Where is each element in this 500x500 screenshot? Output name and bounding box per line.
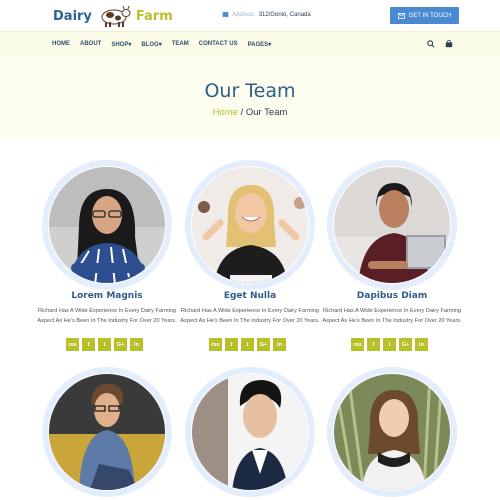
top-bar: Dairy Farm Address: 312/Gonio, Canada GE… <box>0 0 500 30</box>
main-nav: HOME ABOUT SHOP▾ BLOG▾ TEAM CONTACT US P… <box>0 31 500 58</box>
logo[interactable]: Dairy Farm <box>53 3 173 29</box>
nav-item-pages[interactable]: PAGES▾ <box>248 41 272 48</box>
social-links: rss f t G+ in <box>66 338 143 351</box>
cart-icon[interactable] <box>445 40 453 48</box>
address-label: Address: <box>232 11 256 18</box>
team-photo <box>48 166 166 284</box>
nav-item-about[interactable]: ABOUT <box>80 41 101 48</box>
rss-icon[interactable]: rss <box>351 338 364 351</box>
team-photo-frame <box>327 160 457 290</box>
nav-item-home[interactable]: HOME <box>52 41 70 48</box>
chevron-down-icon: ▾ <box>268 42 272 48</box>
breadcrumb-current: Our Team <box>245 107 288 118</box>
team-photo <box>48 373 166 491</box>
page-title: Our Team <box>204 80 296 102</box>
logo-word-1: Dairy <box>53 8 92 24</box>
search-icon[interactable] <box>427 40 435 48</box>
twitter-icon[interactable]: t <box>241 338 254 351</box>
nav-item-contact[interactable]: CONTACT US <box>199 41 238 48</box>
breadcrumb-separator: / <box>237 107 246 118</box>
get-in-touch-button[interactable]: GET IN TOUCH <box>390 7 459 24</box>
nav-item-blog[interactable]: BLOG▾ <box>141 41 161 48</box>
team-photo <box>333 373 451 491</box>
google-plus-icon[interactable]: G+ <box>257 338 270 351</box>
team-photo-frame <box>42 160 172 290</box>
facebook-icon[interactable]: f <box>82 338 95 351</box>
team-member-bio: Richard Has A Wide Experience In Every D… <box>322 308 462 324</box>
envelope-icon <box>397 12 405 19</box>
chevron-down-icon: ▾ <box>158 42 162 48</box>
social-links: rss f t G+ in <box>351 338 428 351</box>
nav-item-shop[interactable]: SHOP▾ <box>111 41 131 48</box>
google-plus-icon[interactable]: G+ <box>114 338 127 351</box>
team-photo-frame <box>185 160 315 290</box>
nav-item-shop-label: SHOP <box>111 42 129 48</box>
google-plus-icon[interactable]: G+ <box>399 338 412 351</box>
team-photo-frame <box>42 367 172 497</box>
page-hero: Our Team Home / Our Team <box>0 58 500 140</box>
linkedin-icon[interactable]: in <box>273 338 286 351</box>
map-pin-icon <box>222 11 229 18</box>
cow-logo-icon <box>101 5 131 27</box>
team-photo-frame <box>185 367 315 497</box>
team-photo-frame <box>327 367 457 497</box>
team-member-name: Lorem Magnis <box>71 291 143 301</box>
team-member-bio: Richard Has A Wide Experience In Every D… <box>37 308 177 324</box>
team-member-bio: Richard Has A Wide Experience In Every D… <box>180 308 320 324</box>
breadcrumb: Home / Our Team <box>0 107 500 118</box>
header-address: Address: 312/Gonio, Canada <box>222 11 311 18</box>
facebook-icon[interactable]: f <box>225 338 238 351</box>
team-photo <box>333 166 451 284</box>
rss-icon[interactable]: rss <box>209 338 222 351</box>
nav-item-blog-label: BLOG <box>141 42 159 48</box>
twitter-icon[interactable]: t <box>383 338 396 351</box>
linkedin-icon[interactable]: in <box>130 338 143 351</box>
breadcrumb-home-link[interactable]: Home <box>213 107 238 118</box>
get-in-touch-label: GET IN TOUCH <box>408 12 452 19</box>
team-photo <box>191 166 309 284</box>
social-links: rss f t G+ in <box>209 338 286 351</box>
rss-icon[interactable]: rss <box>66 338 79 351</box>
chevron-down-icon: ▾ <box>128 42 132 48</box>
linkedin-icon[interactable]: in <box>415 338 428 351</box>
logo-word-2: Farm <box>135 8 173 24</box>
twitter-icon[interactable]: t <box>98 338 111 351</box>
team-member-name: Eget Nulla <box>223 291 277 301</box>
nav-item-team[interactable]: TEAM <box>172 41 189 48</box>
nav-item-pages-label: PAGES <box>247 42 269 48</box>
facebook-icon[interactable]: f <box>367 338 380 351</box>
team-photo <box>191 373 309 491</box>
team-member-name: Dapibus Diam <box>356 291 428 301</box>
address-value: 312/Gonio, Canada <box>258 11 311 18</box>
